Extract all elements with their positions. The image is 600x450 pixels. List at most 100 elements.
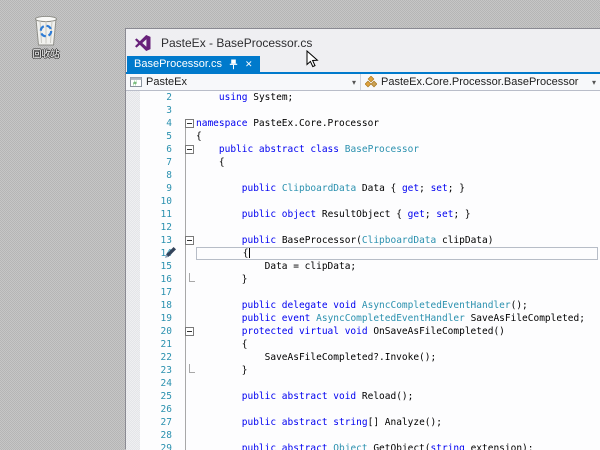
outline-margin[interactable] (176, 117, 196, 130)
line-number: 9 (140, 182, 176, 195)
recycle-bin[interactable]: 回收站 (24, 12, 68, 59)
code-line-3[interactable]: 3 (126, 104, 600, 117)
outline-margin (176, 338, 196, 351)
code-text[interactable] (196, 195, 600, 208)
code-text[interactable]: } (196, 273, 600, 286)
code-text[interactable]: public object ResultObject { get; set; } (196, 208, 600, 221)
line-number: 10 (140, 195, 176, 208)
code-line-24[interactable]: 24 (126, 377, 600, 390)
code-line-20[interactable]: 20 protected virtual void OnSaveAsFileCo… (126, 325, 600, 338)
code-text[interactable]: { (196, 156, 600, 169)
code-text[interactable]: public delegate void AsyncCompletedEvent… (196, 299, 600, 312)
recycle-bin-icon (31, 12, 61, 48)
code-text[interactable] (196, 429, 600, 442)
tab-baseprocessor[interactable]: BaseProcessor.cs ✕ (127, 56, 260, 72)
code-line-9[interactable]: 9 public ClipboardData Data { get; set; … (126, 182, 600, 195)
visual-studio-logo-icon (135, 35, 151, 51)
line-number: 4 (140, 117, 176, 130)
type-dropdown[interactable]: PasteEx.Core.Processor.BaseProcessor ▾ (361, 74, 600, 90)
outline-margin (176, 169, 196, 182)
code-line-6[interactable]: 6 public abstract class BaseProcessor (126, 143, 600, 156)
code-line-11[interactable]: 11 public object ResultObject { get; set… (126, 208, 600, 221)
code-text[interactable]: { (196, 338, 600, 351)
code-line-19[interactable]: 19 public event AsyncCompletedEventHandl… (126, 312, 600, 325)
code-line-5[interactable]: 5{ (126, 130, 600, 143)
outline-margin[interactable] (176, 325, 196, 338)
code-text[interactable] (196, 286, 600, 299)
code-text[interactable]: public abstract void Reload(); (196, 390, 600, 403)
code-line-10[interactable]: 10 (126, 195, 600, 208)
collapse-box-icon[interactable] (185, 327, 194, 336)
code-line-14[interactable]: 14 { (126, 247, 600, 260)
outline-margin (176, 312, 196, 325)
code-text[interactable] (196, 169, 600, 182)
code-text[interactable]: { (196, 247, 598, 260)
code-editor[interactable]: 2 using System;34 namespace PasteEx.Core.… (126, 91, 600, 450)
code-line-18[interactable]: 18 public delegate void AsyncCompletedEv… (126, 299, 600, 312)
outline-margin (176, 416, 196, 429)
code-text[interactable]: Data = clipData; (196, 260, 600, 273)
outline-margin (176, 286, 196, 299)
line-number: 22 (140, 351, 176, 364)
line-number: 25 (140, 390, 176, 403)
code-line-2[interactable]: 2 using System; (126, 91, 600, 104)
collapse-box-icon[interactable] (185, 236, 194, 245)
close-tab-icon[interactable]: ✕ (245, 60, 253, 69)
code-line-22[interactable]: 22 SaveAsFileCompleted?.Invoke(); (126, 351, 600, 364)
code-line-17[interactable]: 17 (126, 286, 600, 299)
code-text[interactable]: using System; (196, 91, 600, 104)
code-line-28[interactable]: 28 (126, 429, 600, 442)
outline-margin (176, 390, 196, 403)
collapse-box-icon[interactable] (185, 119, 194, 128)
outline-margin[interactable] (176, 143, 196, 156)
line-number: 20 (140, 325, 176, 338)
code-text[interactable]: public ClipboardData Data { get; set; } (196, 182, 600, 195)
line-number: 16 (140, 273, 176, 286)
outline-margin[interactable] (176, 234, 196, 247)
code-text[interactable] (196, 377, 600, 390)
code-text[interactable]: public abstract string[] Analyze(); (196, 416, 600, 429)
code-text[interactable] (196, 403, 600, 416)
navigation-bar: # PasteEx ▾ PasteEx.Core.Processor.BaseP… (126, 74, 600, 91)
line-number: 17 (140, 286, 176, 299)
code-text[interactable] (196, 221, 600, 234)
tab-label: BaseProcessor.cs (134, 58, 222, 70)
line-number: 2 (140, 91, 176, 104)
code-text[interactable]: } (196, 364, 600, 377)
line-number: 12 (140, 221, 176, 234)
code-text[interactable] (196, 104, 600, 117)
outline-margin (176, 377, 196, 390)
code-lines: 2 using System;34 namespace PasteEx.Core.… (126, 91, 600, 450)
code-text[interactable]: SaveAsFileCompleted?.Invoke(); (196, 351, 600, 364)
line-number: 8 (140, 169, 176, 182)
code-line-26[interactable]: 26 (126, 403, 600, 416)
code-line-12[interactable]: 12 (126, 221, 600, 234)
code-text[interactable]: public BaseProcessor(ClipboardData clipD… (196, 234, 600, 247)
project-dropdown[interactable]: # PasteEx ▾ (126, 74, 361, 90)
recycle-bin-label: 回收站 (24, 49, 68, 59)
code-line-8[interactable]: 8 (126, 169, 600, 182)
code-line-7[interactable]: 7 { (126, 156, 600, 169)
code-text[interactable]: namespace PasteEx.Core.Processor (196, 117, 600, 130)
code-line-4[interactable]: 4 namespace PasteEx.Core.Processor (126, 117, 600, 130)
window-titlebar[interactable]: PasteEx - BaseProcessor.cs (126, 29, 600, 56)
window-title: PasteEx - BaseProcessor.cs (161, 36, 312, 50)
code-text[interactable]: public event AsyncCompletedEventHandler … (196, 312, 600, 325)
csharp-project-icon: # (130, 76, 142, 88)
code-line-27[interactable]: 27 public abstract string[] Analyze(); (126, 416, 600, 429)
project-dropdown-label: PasteEx (146, 76, 187, 88)
collapse-box-icon[interactable] (185, 145, 194, 154)
code-text[interactable]: protected virtual void OnSaveAsFileCompl… (196, 325, 600, 338)
code-line-13[interactable]: 13 public BaseProcessor(ClipboardData cl… (126, 234, 600, 247)
code-line-21[interactable]: 21 { (126, 338, 600, 351)
code-line-15[interactable]: 15 Data = clipData; (126, 260, 600, 273)
code-line-25[interactable]: 25 public abstract void Reload(); (126, 390, 600, 403)
code-text[interactable]: { (196, 130, 600, 143)
line-number: 28 (140, 429, 176, 442)
pin-icon[interactable] (229, 59, 238, 70)
line-number: 26 (140, 403, 176, 416)
code-text[interactable]: public abstract class BaseProcessor (196, 143, 600, 156)
code-line-23[interactable]: 23 } (126, 364, 600, 377)
line-number: 6 (140, 143, 176, 156)
code-line-16[interactable]: 16 } (126, 273, 600, 286)
